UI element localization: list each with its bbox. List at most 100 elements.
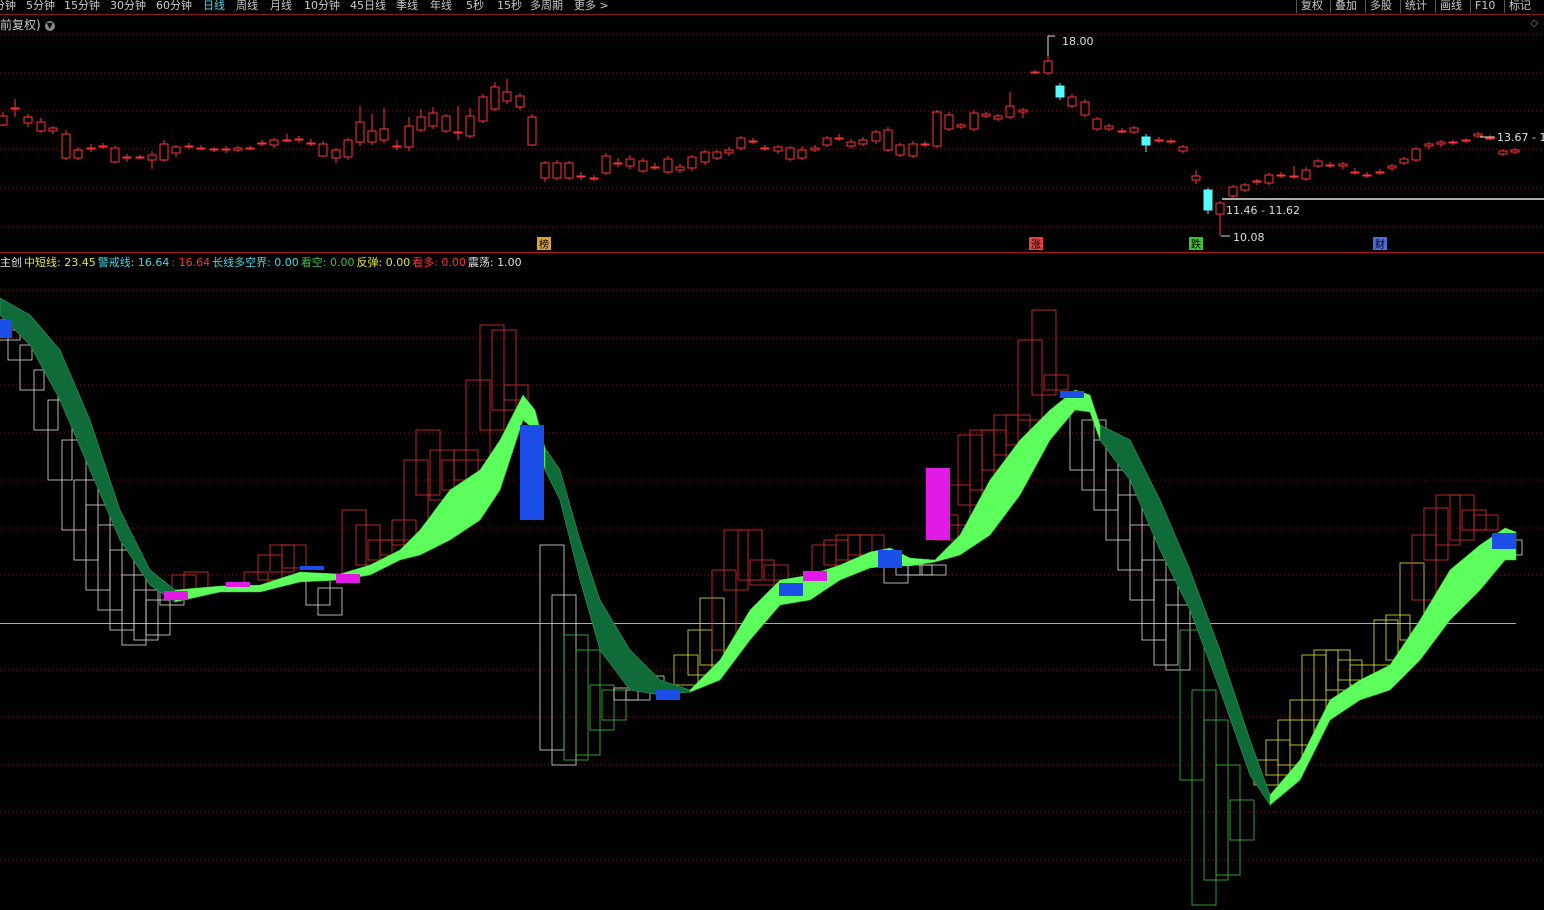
price-candle [944, 112, 954, 131]
price-candle [663, 156, 673, 174]
indicator-box [673, 654, 699, 686]
price-candle [122, 154, 132, 162]
candle-body [379, 128, 389, 141]
price-candle [441, 114, 451, 133]
candle-body [687, 156, 697, 169]
price-candle [871, 130, 881, 144]
price-candle [355, 106, 365, 146]
price-candle [712, 150, 722, 160]
candle-body [465, 115, 475, 137]
event-marker-label: 跌 [1191, 238, 1201, 251]
candle-body [956, 124, 966, 128]
candle-body [1067, 96, 1077, 107]
price-candle [233, 146, 243, 152]
price-candle [736, 136, 746, 150]
signal-bar [0, 320, 12, 338]
price-candle [527, 114, 537, 146]
candle-body [1215, 202, 1225, 215]
candle-body [785, 147, 795, 160]
price-candle [1030, 70, 1040, 74]
legend-item-2: 警戒线: 16.64 [97, 256, 170, 269]
candle-body [1436, 141, 1446, 145]
candle-body [196, 147, 206, 150]
candle-body [1154, 139, 1164, 142]
price-candle [1498, 149, 1508, 156]
candle-body [184, 145, 194, 148]
price-candle [773, 145, 783, 154]
price-candle [932, 110, 942, 148]
candle-body [110, 147, 120, 163]
price-candle [687, 155, 697, 171]
price-candle [245, 146, 255, 150]
signal-bar [164, 591, 188, 600]
candle-body [663, 158, 673, 173]
candle-body [1276, 174, 1286, 177]
price-candle [171, 145, 181, 157]
price-candle [1005, 92, 1015, 119]
price-candle [1055, 83, 1065, 100]
price-candle [1092, 117, 1102, 131]
candle-body [86, 147, 96, 150]
price-candle [834, 134, 844, 141]
candle-body [1228, 186, 1238, 197]
price-candle [159, 140, 169, 162]
price-candle [969, 110, 979, 131]
price-candle [1338, 162, 1348, 169]
price-candle [895, 143, 905, 157]
price-candle [10, 99, 20, 117]
candle-body [1350, 171, 1360, 174]
price-candle [98, 143, 108, 149]
candle-body [993, 115, 1003, 120]
candle-body [441, 115, 451, 132]
price-candle [613, 158, 623, 167]
indicator-legend: 主创 中短线: 23.45 警戒线: 16.64: 16.64 长线多空界: 0.00… [0, 254, 524, 270]
indicator-box [465, 379, 491, 461]
range-price-label: 11.46 - 11.62 [1226, 204, 1300, 217]
candle-body [908, 143, 918, 157]
price-candle [1289, 166, 1299, 179]
candle-body [367, 130, 377, 143]
candle-body [969, 112, 979, 130]
price-candle [428, 107, 438, 129]
candle-body [502, 91, 512, 102]
candle-body [858, 139, 868, 145]
event-marker-label: 财 [1375, 238, 1385, 251]
candle-body [871, 131, 881, 142]
candle-body [1485, 137, 1495, 140]
price-candle [36, 118, 46, 133]
candle-body [404, 125, 414, 148]
candle-body [552, 162, 562, 179]
price-candle [700, 150, 710, 165]
signal-bar [336, 574, 360, 583]
price-candle [760, 145, 770, 151]
price-candle [294, 136, 304, 143]
price-candle [269, 138, 279, 148]
signal-bar [226, 582, 250, 587]
candle-body [1289, 175, 1299, 178]
price-candle [675, 164, 685, 173]
price-candle [920, 141, 930, 147]
candle-body [159, 143, 169, 161]
price-candle [221, 146, 231, 153]
candle-body [294, 138, 304, 141]
chart-canvas[interactable]: 18.00 11.46 - 11.62 10.08 13.67 - 1 榜 涨 跌 财 [0, 0, 1544, 910]
candle-body [981, 113, 991, 117]
candle-body [773, 146, 783, 152]
candle-body [1498, 150, 1508, 155]
candle-body [48, 127, 58, 132]
price-candle [846, 139, 856, 148]
candle-body [675, 166, 685, 171]
candle-body [1424, 143, 1434, 147]
candle-body [1141, 136, 1151, 146]
price-candle [576, 172, 586, 180]
candle-body [490, 86, 500, 110]
candle-body [1387, 165, 1397, 169]
price-candle [184, 143, 194, 149]
candle-body [540, 162, 550, 179]
price-candle [1240, 183, 1250, 192]
low-price-label: 10.08 [1233, 231, 1265, 244]
price-candle [1166, 139, 1176, 144]
event-marker-label: 榜 [539, 238, 549, 251]
candle-body [355, 121, 365, 143]
high-price-label: 18.00 [1062, 35, 1094, 48]
